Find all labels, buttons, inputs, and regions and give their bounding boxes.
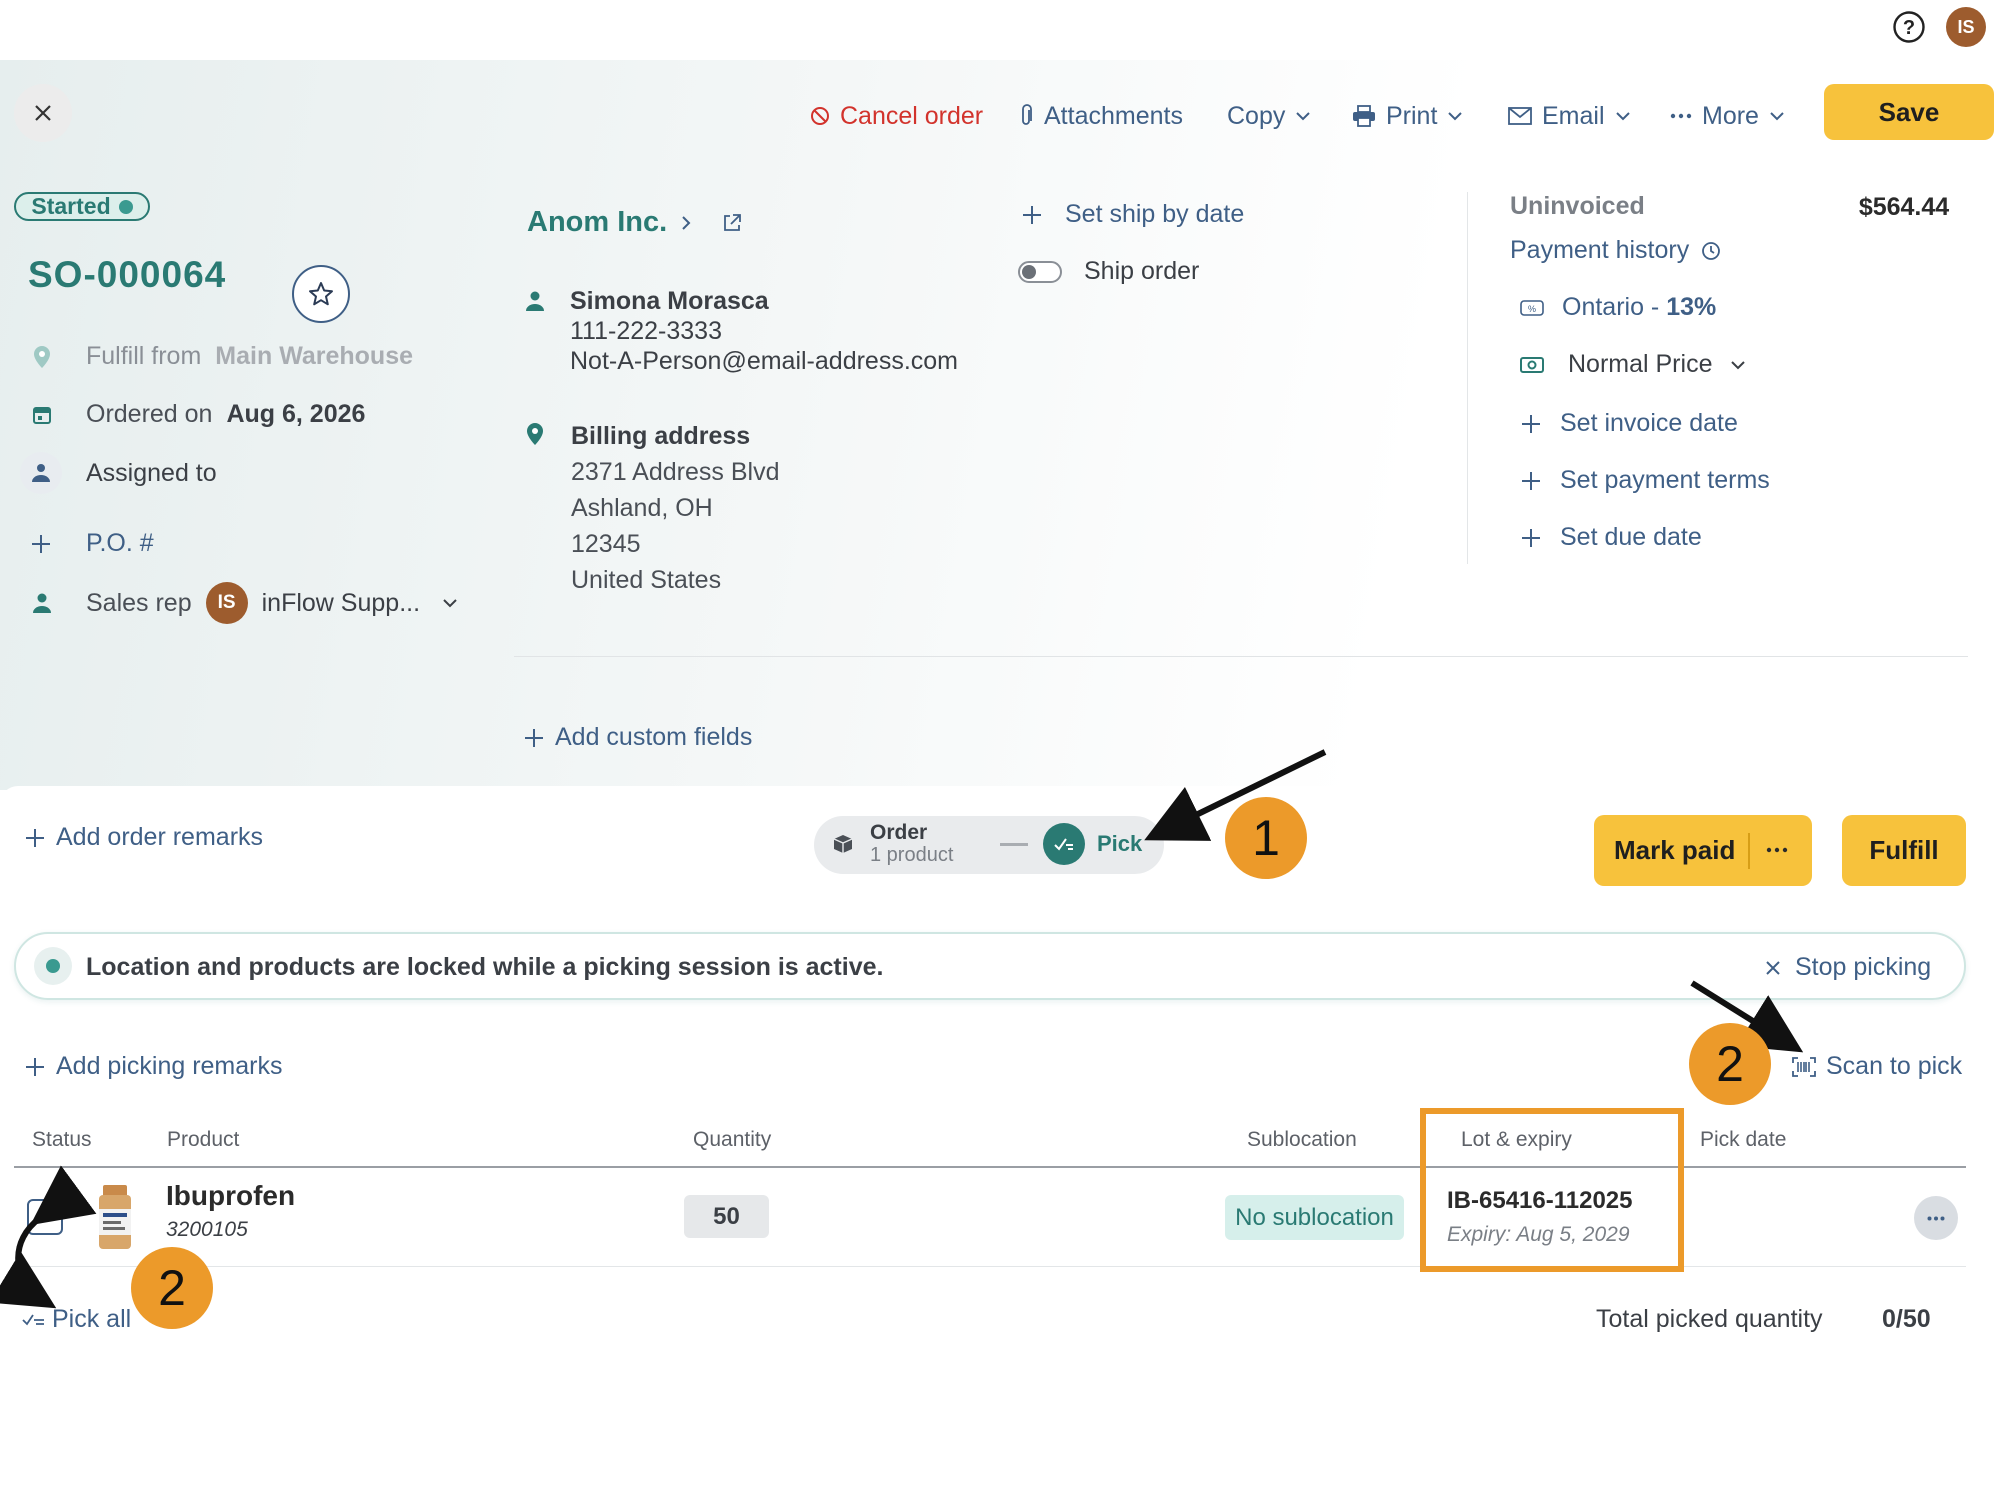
annotation-callout-1: 1 (1225, 797, 1307, 879)
annotation-arrow (0, 1165, 97, 1309)
annotation-callout-2: 2 (131, 1247, 213, 1329)
lot-expiry-highlight (1420, 1108, 1684, 1272)
annotation-arrows (0, 749, 1804, 1309)
annotation-callout-2: 2 (1689, 1023, 1771, 1105)
